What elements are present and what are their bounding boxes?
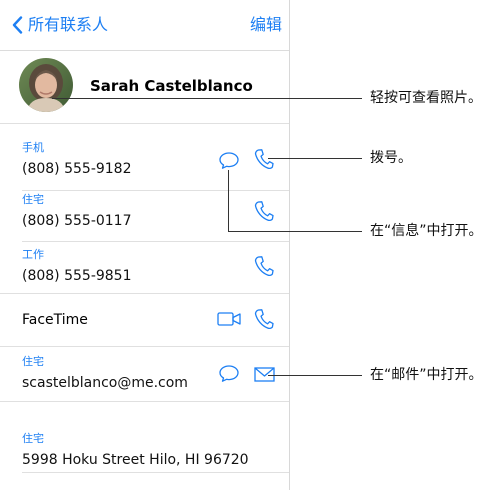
callout-photo: 轻按可查看照片。 [370, 90, 482, 106]
facetime-audio-icon[interactable] [254, 308, 274, 330]
contact-name: Sarah Castelblanco [90, 77, 253, 95]
back-button[interactable]: 所有联系人 [12, 15, 108, 35]
edit-button[interactable]: 编辑 [250, 15, 282, 35]
phone-icon[interactable] [254, 200, 274, 222]
callout-message: 在“信息”中打开。 [370, 223, 483, 239]
divider [0, 401, 289, 402]
divider [22, 190, 289, 191]
contact-card: 所有联系人 编辑 Sarah Castelblanco 手机 (808) 555… [0, 0, 290, 490]
field-label: 工作 [22, 248, 44, 261]
divider [22, 241, 289, 242]
phone-field-work[interactable]: 工作 (808) 555-9851 [22, 248, 132, 285]
phone-number: (808) 555-9182 [22, 161, 132, 177]
callout-line-dial [268, 158, 362, 159]
divider [0, 123, 289, 124]
callout-mail: 在“邮件”中打开。 [370, 367, 483, 383]
phone-number: (808) 555-0117 [22, 213, 132, 229]
video-camera-icon[interactable] [217, 311, 242, 327]
phone-icon[interactable] [254, 148, 274, 170]
navigation-bar: 所有联系人 编辑 [0, 0, 289, 51]
field-label: 住宅 [22, 193, 44, 206]
back-button-label: 所有联系人 [28, 15, 109, 34]
phone-icon[interactable] [254, 255, 274, 277]
avatar[interactable] [19, 58, 73, 112]
field-label: 住宅 [22, 355, 44, 368]
phone-number: (808) 555-9851 [22, 268, 132, 284]
callout-line-message-vertical [228, 170, 229, 231]
divider [0, 346, 289, 347]
divider [22, 472, 289, 473]
callout-line-photo [52, 98, 362, 99]
address-field[interactable]: 住宅 5998 Hoku Street Hilo, HI 96720 [22, 432, 249, 469]
contact-photo [19, 58, 73, 112]
field-label: 手机 [22, 141, 44, 154]
callout-line-mail [268, 375, 362, 376]
field-label: 住宅 [22, 432, 44, 445]
street-address: 5998 Hoku Street Hilo, HI 96720 [22, 452, 249, 468]
divider [0, 293, 289, 294]
callout-dial: 拨号。 [370, 150, 412, 166]
email-address: scastelblanco@me.com [22, 375, 188, 391]
callout-line-message [228, 231, 362, 232]
chevron-left-icon [12, 16, 23, 34]
message-icon[interactable] [218, 151, 240, 170]
phone-field-mobile[interactable]: 手机 (808) 555-9182 [22, 141, 132, 178]
facetime-label[interactable]: FaceTime [22, 311, 88, 329]
phone-field-home[interactable]: 住宅 (808) 555-0117 [22, 193, 132, 230]
email-field[interactable]: 住宅 scastelblanco@me.com [22, 355, 188, 392]
message-icon[interactable] [218, 364, 240, 383]
